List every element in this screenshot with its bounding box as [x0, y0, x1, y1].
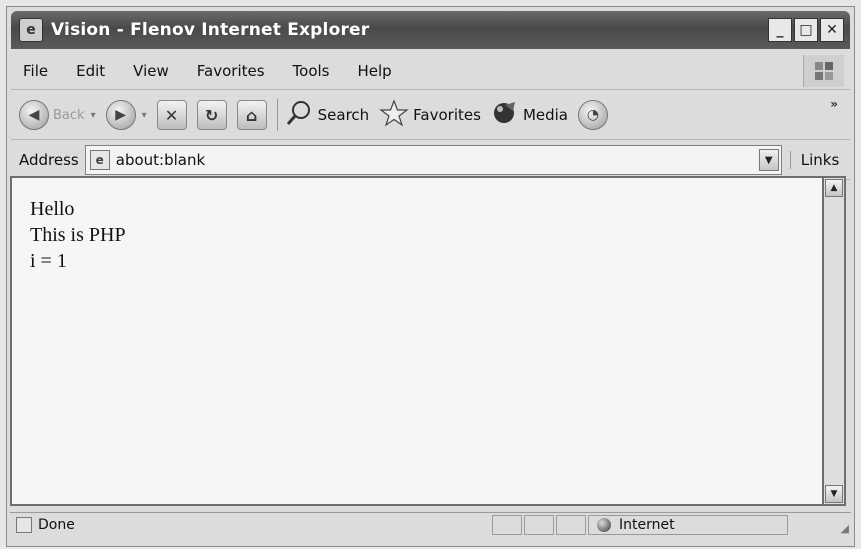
page-icon: e: [89, 150, 110, 170]
maximize-button[interactable]: □: [794, 18, 818, 42]
close-button[interactable]: ✕: [820, 18, 844, 42]
resize-grip-icon[interactable]: ◢: [841, 522, 849, 535]
stop-button[interactable]: ✕: [156, 100, 187, 130]
menu-tools[interactable]: Tools: [293, 62, 330, 80]
home-icon: ⌂: [236, 100, 267, 130]
internet-globe-icon: [597, 518, 611, 532]
address-dropdown-icon[interactable]: ▼: [758, 149, 779, 171]
toolbar-more-icon[interactable]: »: [830, 97, 838, 111]
menu-file[interactable]: File: [23, 62, 48, 80]
search-button[interactable]: Search: [286, 99, 370, 131]
forward-button[interactable]: ▶ ▾: [105, 100, 147, 130]
menu-favorites[interactable]: Favorites: [197, 62, 265, 80]
search-icon: [286, 99, 314, 131]
links-button[interactable]: Links: [789, 151, 839, 169]
menu-view[interactable]: View: [133, 62, 169, 80]
media-button[interactable]: Media: [491, 99, 568, 131]
refresh-button[interactable]: ↻: [196, 100, 227, 130]
ie-app-icon[interactable]: e: [19, 18, 43, 42]
address-label: Address: [19, 151, 79, 169]
security-zone: Internet: [588, 515, 788, 535]
minimize-button[interactable]: _: [768, 18, 792, 42]
media-icon: [491, 99, 519, 131]
search-label: Search: [317, 106, 370, 124]
home-button[interactable]: ⌂: [236, 100, 267, 130]
forward-arrow-icon: ▶: [105, 100, 136, 130]
status-cell-blank: [524, 515, 554, 535]
window-controls: _ □ ✕: [768, 18, 844, 42]
standard-toolbar: ◀ Back ▾ ▶ ▾ ✕ ↻ ⌂ Search Favorites Medi…: [11, 91, 850, 140]
favorites-label: Favorites: [413, 106, 481, 124]
vertical-scrollbar[interactable]: ▲ ▼: [824, 176, 846, 506]
title-bar[interactable]: e Vision - Flenov Internet Explorer _ □ …: [11, 11, 850, 49]
status-bar: Done Internet ◢: [10, 512, 851, 537]
back-label: Back: [53, 107, 85, 123]
history-clock-icon: ◔: [578, 100, 608, 130]
back-button[interactable]: ◀ Back ▾: [19, 100, 96, 130]
forward-dropdown-icon[interactable]: ▾: [142, 110, 147, 121]
favorites-star-icon: [379, 99, 409, 131]
back-arrow-icon: ◀: [19, 100, 49, 130]
content-line: This is PHP: [30, 224, 126, 246]
stop-icon: ✕: [156, 100, 187, 130]
favorites-button[interactable]: Favorites: [379, 99, 481, 131]
menu-help[interactable]: Help: [358, 62, 392, 80]
address-input[interactable]: e about:blank ▼: [84, 145, 782, 175]
status-text: Done: [38, 517, 75, 533]
status-cell-blank: [556, 515, 586, 535]
scroll-up-icon[interactable]: ▲: [825, 179, 843, 197]
refresh-icon: ↻: [196, 100, 227, 130]
status-cell-blank: [492, 515, 522, 535]
zone-label: Internet: [619, 517, 675, 533]
address-value[interactable]: about:blank: [116, 151, 205, 169]
windows-logo-icon: [803, 55, 844, 87]
status-page-icon: [16, 517, 32, 533]
menu-edit[interactable]: Edit: [76, 62, 105, 80]
scroll-down-icon[interactable]: ▼: [825, 485, 843, 503]
content-line: i = 1: [30, 250, 67, 272]
history-button[interactable]: ◔: [578, 100, 608, 130]
status-done-cell: Done: [10, 515, 490, 535]
content-line: Hello: [30, 198, 75, 220]
page-content: Hello This is PHP i = 1: [10, 176, 824, 506]
back-dropdown-icon[interactable]: ▾: [91, 110, 96, 121]
toolbar-separator: [276, 99, 278, 131]
address-bar: Address e about:blank ▼ Links: [11, 141, 850, 180]
menu-bar: File Edit View Favorites Tools Help: [11, 53, 850, 90]
window-title: Vision - Flenov Internet Explorer: [51, 20, 370, 40]
media-label: Media: [522, 106, 568, 124]
